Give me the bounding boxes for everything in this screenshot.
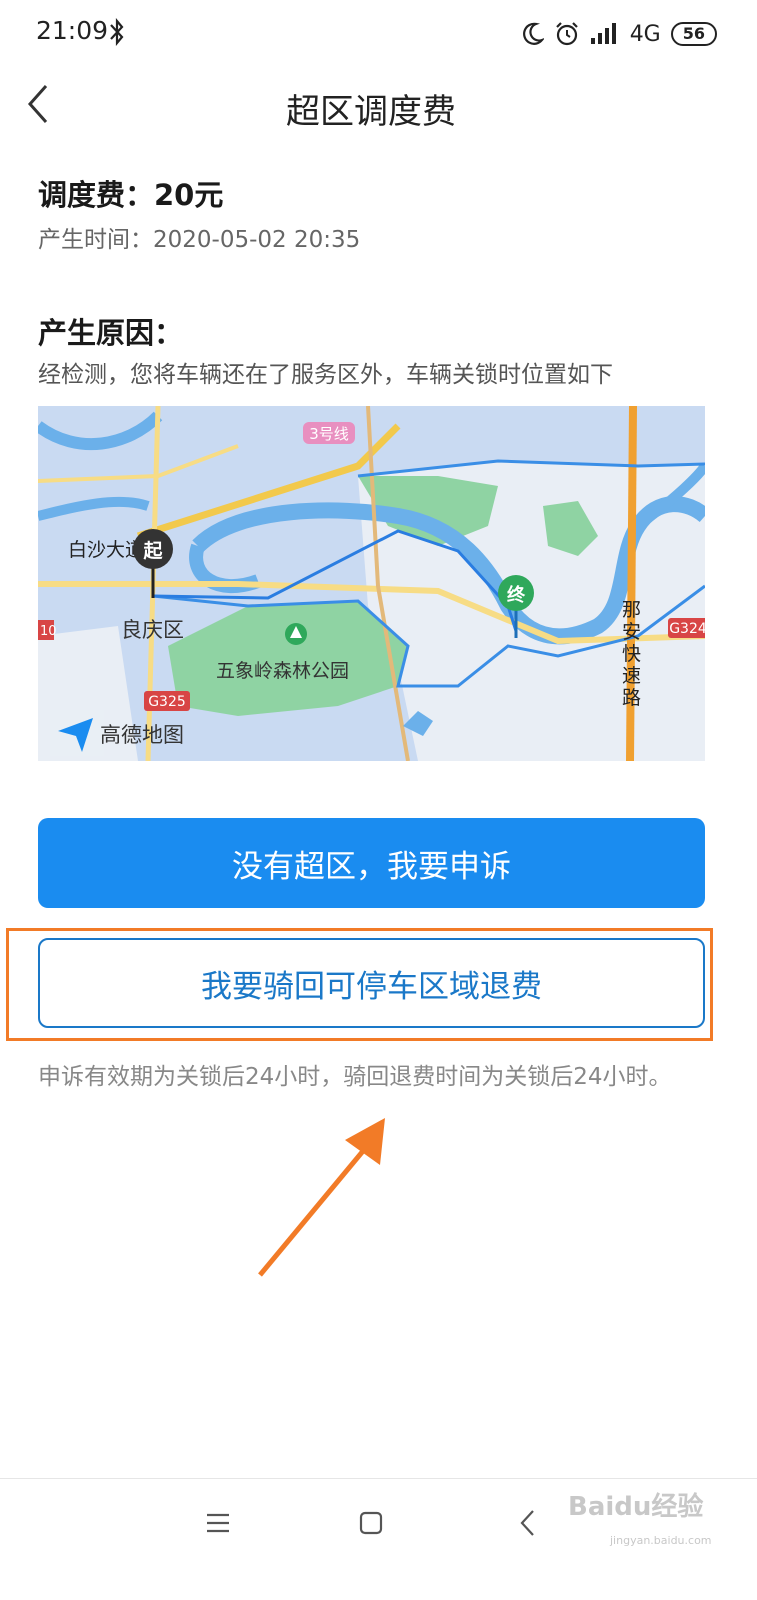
end-marker-label: 终 [507,584,526,606]
map-label-park: 五象岭森林公园 [216,660,349,682]
home-square-icon[interactable] [358,1510,384,1536]
refund-button[interactable]: 我要骑回可停车区域退费 [38,938,705,1028]
network-type: 4G [629,21,661,47]
map-canvas: 3号线 白沙大道 良庆区 五象岭森林公园 G325 G324 10 那 安 快 … [38,406,705,761]
reason-description: 经检测，您将车辆还在了服务区外，车辆关锁时位置如下 [38,362,613,388]
map-label-baisha: 白沙大道 [68,539,144,561]
annotation-arrow-icon [258,1118,385,1277]
reason-title: 产生原因： [38,316,184,350]
map-label-naan-4: 速 [622,665,641,687]
appeal-note: 申诉有效期为关锁后24小时，骑回退费时间为关锁后24小时。 [38,1064,672,1090]
alarm-icon [555,22,578,46]
watermark-sub: jingyan.baidu.com [610,1534,712,1547]
start-marker-label: 起 [142,540,163,562]
map-label-line3: 3号线 [309,425,349,443]
map-label-liangqing: 良庆区 [121,618,184,642]
map-label-naan-3: 快 [622,643,641,665]
nav-back-icon[interactable] [515,1508,541,1538]
menu-icon[interactable] [205,1510,231,1536]
appeal-button[interactable]: 没有超区，我要申诉 [38,818,705,908]
fee-time: 产生时间：2020-05-02 20:35 [38,227,361,253]
signal-icon [590,23,616,44]
bluetooth-icon [110,18,124,46]
status-time: 21:09 [36,16,109,45]
map-label-naan-5: 路 [622,687,641,709]
map-label-naan-1: 那 [622,599,641,621]
amap-logo-text: 高德地图 [100,723,184,747]
fee-amount: 调度费：20元 [38,178,224,212]
page-title: 超区调度费 [286,92,456,132]
bottom-divider [0,1478,757,1479]
map-label-g324: G324 [669,621,705,637]
battery-level: 56 [670,22,717,46]
status-icons: 4G 56 [522,16,717,52]
moon-icon [522,22,544,45]
map-label-naan-2: 安 [622,621,641,643]
location-map[interactable]: 3号线 白沙大道 良庆区 五象岭森林公园 G325 G324 10 那 安 快 … [38,406,705,761]
watermark: Baidu经验 [568,1492,704,1522]
map-label-road-left: 10 [40,624,57,639]
map-label-g325: G325 [148,694,186,710]
